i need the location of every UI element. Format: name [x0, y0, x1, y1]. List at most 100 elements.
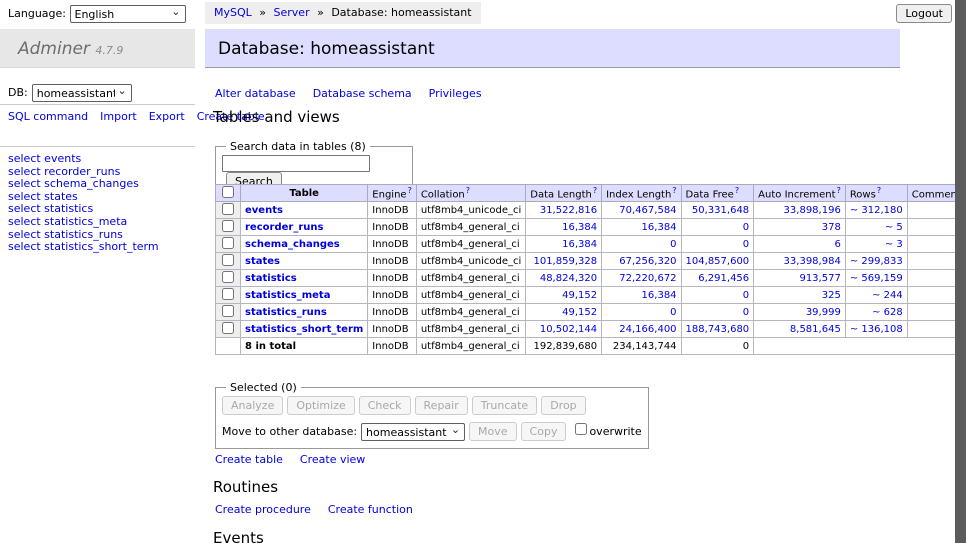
sidebar-select-events[interactable]: select events	[8, 153, 159, 166]
cell-auto_increment-link[interactable]: 913,577	[799, 273, 840, 284]
table-name-link[interactable]: statistics_short_term	[245, 324, 363, 335]
select-all-checkbox[interactable]	[222, 186, 234, 198]
sidebar-select-statistics-meta[interactable]: select statistics_meta	[8, 216, 159, 229]
cell-data_length-link[interactable]: 16,384	[562, 222, 597, 233]
events-heading: Events	[213, 529, 264, 547]
row-checkbox[interactable]	[222, 288, 234, 300]
cell-auto_increment-link[interactable]: 33,898,196	[784, 205, 841, 216]
column-help-link[interactable]: ?	[837, 186, 841, 195]
cell-index_length: 0	[602, 304, 681, 321]
action-link-privileges[interactable]: Privileges	[429, 87, 482, 100]
table-name-link[interactable]: statistics	[245, 273, 297, 284]
row-checkbox[interactable]	[222, 322, 234, 334]
cell-index_length-link[interactable]: 24,166,400	[619, 324, 676, 335]
cell-data_length-link[interactable]: 49,152	[562, 290, 597, 301]
row-checkbox[interactable]	[222, 237, 234, 249]
cell-data_length-link[interactable]: 31,522,816	[540, 205, 597, 216]
cell-data_free-link[interactable]: 188,743,680	[686, 324, 750, 335]
table-name-link[interactable]: schema_changes	[245, 239, 340, 250]
sidebar-select-statistics-short-term[interactable]: select statistics_short_term	[8, 241, 159, 254]
search-legend: Search data in tables (8)	[226, 140, 370, 153]
cell-rows-link[interactable]: ~ 569,159	[850, 273, 903, 284]
link-create-procedure[interactable]: Create procedure	[215, 503, 311, 516]
column-help-link[interactable]: ?	[877, 186, 881, 195]
cell-auto_increment-link[interactable]: 6	[834, 239, 840, 250]
search-input[interactable]	[222, 155, 370, 172]
cell-auto_increment-link[interactable]: 8,581,645	[790, 324, 841, 335]
drop-button[interactable]: Drop	[541, 396, 585, 415]
cell-index_length-link[interactable]: 0	[670, 239, 676, 250]
table-name-link[interactable]: statistics_meta	[245, 290, 330, 301]
cell-data_free-link[interactable]: 104,857,600	[686, 256, 750, 267]
table-name-link[interactable]: statistics_runs	[245, 307, 327, 318]
cell-index_length-link[interactable]: 72,220,672	[619, 273, 676, 284]
cell-data_length-link[interactable]: 49,152	[562, 307, 597, 318]
row-checkbox[interactable]	[222, 203, 234, 215]
column-help-link[interactable]: ?	[735, 186, 739, 195]
overwrite-checkbox[interactable]	[575, 423, 587, 435]
link-create-view[interactable]: Create view	[300, 453, 365, 466]
scrollbar[interactable]	[955, 0, 966, 543]
cell-auto_increment-link[interactable]: 325	[822, 290, 841, 301]
cell-data_length-link[interactable]: 48,824,320	[540, 273, 597, 284]
cell-rows-link[interactable]: ~ 136,108	[850, 324, 903, 335]
cell-data_free-link[interactable]: 6,291,456	[698, 273, 749, 284]
cell-rows-link[interactable]: ~ 628	[872, 307, 903, 318]
table-name-link[interactable]: events	[245, 205, 283, 216]
link-create-function[interactable]: Create function	[328, 503, 413, 516]
cell-rows-link[interactable]: ~ 5	[885, 222, 903, 233]
table-name-link[interactable]: states	[245, 256, 280, 267]
cell-data_free: 0	[681, 236, 754, 253]
cell-index_length-link[interactable]: 0	[670, 307, 676, 318]
cell-data_length-link[interactable]: 101,859,328	[533, 256, 597, 267]
sidebar-link-export[interactable]: Export	[149, 110, 185, 123]
db-select[interactable]: homeassistant	[32, 84, 132, 102]
row-checkbox[interactable]	[222, 220, 234, 232]
cell-data_free-link[interactable]: 0	[743, 290, 749, 301]
cell-index_length-link[interactable]: 70,467,584	[619, 205, 676, 216]
action-link-database-schema[interactable]: Database schema	[313, 87, 412, 100]
repair-button[interactable]: Repair	[415, 396, 468, 415]
table-name-link[interactable]: recorder_runs	[245, 222, 323, 233]
optimize-button[interactable]: Optimize	[287, 396, 354, 415]
cell-index_length-link[interactable]: 16,384	[642, 290, 677, 301]
language-select[interactable]: English	[70, 5, 186, 23]
cell-auto_increment-link[interactable]: 39,999	[806, 307, 841, 318]
move-db-select[interactable]: homeassistant	[361, 423, 465, 441]
cell-rows-link[interactable]: ~ 312,180	[850, 205, 903, 216]
cell-rows-link[interactable]: ~ 299,833	[850, 256, 903, 267]
cell-rows-link[interactable]: ~ 3	[885, 239, 903, 250]
cell-auto_increment-link[interactable]: 33,398,984	[784, 256, 841, 267]
row-checkbox[interactable]	[222, 271, 234, 283]
cell-auto_increment-link[interactable]: 378	[822, 222, 841, 233]
cell-collation: utf8mb4_general_ci	[416, 219, 525, 236]
check-button[interactable]: Check	[359, 396, 411, 415]
cell-index_length-link[interactable]: 16,384	[642, 222, 677, 233]
sidebar-select-schema-changes[interactable]: select schema_changes	[8, 178, 159, 191]
analyze-button[interactable]: Analyze	[222, 396, 283, 415]
column-help-link[interactable]: ?	[466, 186, 470, 195]
cell-index_length-link[interactable]: 67,256,320	[619, 256, 676, 267]
column-help-link[interactable]: ?	[593, 186, 597, 195]
sidebar-link-sql-command[interactable]: SQL command	[8, 110, 88, 123]
cell-index_length: 16,384	[602, 287, 681, 304]
row-checkbox[interactable]	[222, 305, 234, 317]
cell-data_free-link[interactable]: 0	[743, 307, 749, 318]
row-checkbox[interactable]	[222, 254, 234, 266]
cell-data_length-link[interactable]: 10,502,144	[540, 324, 597, 335]
truncate-button[interactable]: Truncate	[472, 396, 537, 415]
sidebar-link-import[interactable]: Import	[100, 110, 137, 123]
cell-data_free-link[interactable]: 0	[743, 239, 749, 250]
column-help-link[interactable]: ?	[408, 186, 412, 195]
cell-data_free-link[interactable]: 0	[743, 222, 749, 233]
action-link-alter-database[interactable]: Alter database	[215, 87, 296, 100]
cell-data_free-link[interactable]: 50,331,648	[692, 205, 749, 216]
column-help-link[interactable]: ?	[672, 186, 676, 195]
cell-data_length: 101,859,328	[526, 253, 602, 270]
cell-collation: utf8mb4_unicode_ci	[416, 202, 525, 219]
cell-data_length-link[interactable]: 16,384	[562, 239, 597, 250]
cell-rows-link[interactable]: ~ 244	[872, 290, 903, 301]
copy-button[interactable]: Copy	[521, 422, 567, 441]
move-button[interactable]: Move	[469, 422, 517, 441]
link-create-table[interactable]: Create table	[215, 453, 283, 466]
